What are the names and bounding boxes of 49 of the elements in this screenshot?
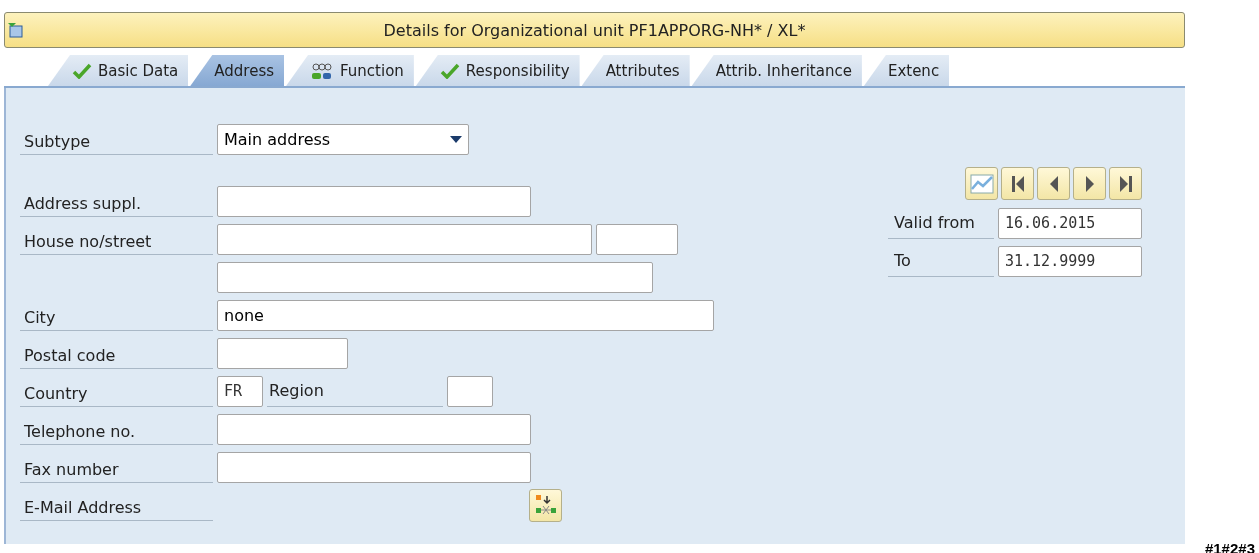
dropdown-arrow-icon <box>450 135 462 143</box>
people-icon <box>310 60 335 81</box>
input-field[interactable]: 16.06.2015 <box>998 207 1142 239</box>
network-icon <box>534 494 557 516</box>
field-label: E-Mail Address <box>20 489 213 521</box>
field-label: Region <box>267 375 443 407</box>
input-field[interactable] <box>217 413 531 445</box>
input-field[interactable] <box>217 261 653 293</box>
input-field[interactable] <box>217 451 531 483</box>
next-icon <box>1084 174 1095 193</box>
tab[interactable]: Basic Data <box>48 55 189 86</box>
graph-icon <box>969 173 994 194</box>
last-page-icon <box>1118 174 1133 193</box>
field-label: House no/street <box>20 223 213 255</box>
tab[interactable]: Attrib. Inheritance <box>691 55 862 86</box>
field-label: Postal code <box>20 337 213 369</box>
field-label: Address suppl. <box>20 185 213 217</box>
tab[interactable]: Extenc <box>863 55 950 86</box>
field-label: To <box>888 245 994 277</box>
next-page-button[interactable] <box>1073 167 1106 200</box>
field-label: Telephone no. <box>20 413 213 445</box>
field-label: City <box>20 299 213 331</box>
input-field[interactable]: FR <box>217 375 263 407</box>
checkmark-icon <box>72 62 92 79</box>
input-field[interactable]: none <box>217 299 714 331</box>
field-label: Valid from <box>888 207 994 239</box>
field-label: Fax number <box>20 451 213 483</box>
input-field[interactable] <box>596 223 678 255</box>
first-page-button[interactable] <box>1001 167 1034 200</box>
field-label: Country <box>20 375 213 407</box>
folder-icon <box>7 22 23 38</box>
field-label: Subtype <box>20 123 213 155</box>
tab[interactable]: Attributes <box>581 55 690 86</box>
window-title: Details for Organizational unit PF1APPORG-NH* / XL* <box>382 20 807 40</box>
tab[interactable]: Responsibility <box>415 55 580 86</box>
input-field[interactable]: 31.12.9999 <box>998 245 1142 277</box>
tab[interactable]: Address <box>190 55 285 86</box>
input-field[interactable] <box>447 375 493 407</box>
previous-icon <box>1048 174 1059 193</box>
checkmark-icon <box>439 62 460 79</box>
last-page-button[interactable] <box>1109 167 1142 200</box>
input-field[interactable] <box>217 185 531 217</box>
dropdown-field[interactable]: Main address <box>217 123 469 155</box>
first-page-icon <box>1010 174 1025 193</box>
previous-page-button[interactable] <box>1037 167 1070 200</box>
input-field[interactable] <box>217 223 592 255</box>
input-field[interactable] <box>217 337 348 369</box>
address-book-button[interactable] <box>529 488 562 522</box>
tab[interactable]: Function <box>286 55 414 86</box>
